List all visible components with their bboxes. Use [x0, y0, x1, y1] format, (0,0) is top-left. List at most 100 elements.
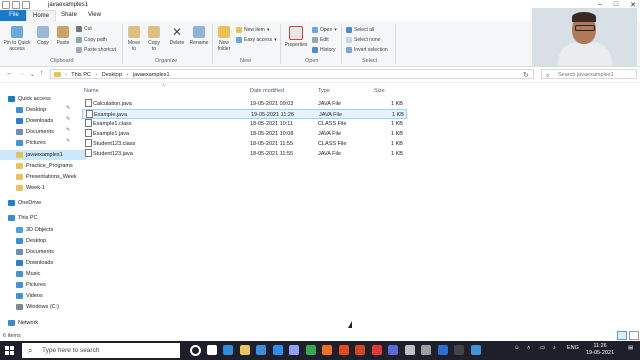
column-header-type[interactable]: Type [318, 87, 330, 96]
sidebar-item-quick-access[interactable]: Quick access [0, 94, 78, 104]
chevron-right-icon: › [95, 72, 98, 78]
sidebar-item-videos[interactable]: Videos [0, 291, 86, 301]
file-row[interactable]: Student123.class 18-05-2021 11:55 CLASS Fi… [82, 139, 407, 149]
navigation-pane: Quick access Desktop ✎ Downloads ✎ Documents ✎… [0, 92, 86, 332]
edit-button[interactable]: Edit [312, 37, 329, 43]
details-view-icon[interactable] [617, 331, 627, 340]
column-header-date-modified[interactable]: Date modified [250, 87, 284, 96]
notifications-icon[interactable]: ▤ [628, 345, 633, 351]
dropbox-icon[interactable] [272, 345, 283, 355]
copy-to-button[interactable]: Copy to [146, 26, 162, 52]
sidebar-item-javaexamples1[interactable]: javaexamples1 [0, 150, 86, 160]
media-icon[interactable] [388, 345, 398, 355]
sidebar-item-week-1[interactable]: Week-1 [0, 183, 86, 193]
acrobat-icon[interactable] [371, 345, 382, 355]
sidebar-item-pictures[interactable]: Pictures [0, 280, 86, 290]
history-button[interactable]: History [312, 47, 336, 53]
help-icon[interactable] [470, 345, 481, 355]
easy-access-button[interactable]: Easy access ▾ [236, 37, 277, 43]
new-item-button[interactable]: New item ▾ [236, 27, 269, 33]
copy-button[interactable]: Copy [36, 26, 50, 46]
app-icon[interactable] [289, 345, 299, 355]
taskbar-search-input[interactable]: ⌕ Type here to search [22, 343, 180, 358]
rename-button[interactable]: Rename [189, 26, 209, 46]
quick-save-icon[interactable] [2, 1, 10, 9]
firefox-icon[interactable] [322, 345, 332, 355]
settings-icon[interactable] [404, 345, 415, 355]
sidebar-item-desktop[interactable]: Desktop [0, 236, 86, 246]
new-folder-button[interactable]: New folder [215, 26, 233, 52]
sidebar-item-music[interactable]: Music [0, 269, 86, 279]
up-arrow-icon[interactable]: ↑ [40, 70, 44, 77]
chevron-down-icon: ▾ [334, 27, 337, 33]
powerpoint-icon[interactable] [355, 345, 365, 355]
back-arrow-icon[interactable]: ← [6, 70, 13, 77]
refresh-icon[interactable]: ↻ [523, 71, 529, 79]
file-row[interactable]: Example1.class 18-05-2021 10:11 CLASS File… [82, 119, 407, 129]
breadcrumb-desktop[interactable]: Desktop [102, 72, 122, 78]
delete-button[interactable]: ✕ Delete [168, 26, 186, 46]
file-row[interactable]: Calculation.java 19-05-2021 09:03 JAVA Fil… [82, 99, 407, 109]
tab-view[interactable]: View [82, 10, 107, 21]
pin-quick-access-button[interactable]: Pin to Quick access [2, 26, 32, 52]
store-icon[interactable] [256, 345, 266, 355]
file-explorer-icon[interactable] [239, 345, 250, 355]
recent-chevron-icon[interactable]: ⌄ [30, 71, 35, 78]
open-button[interactable]: Open ▾ [312, 27, 337, 33]
sidebar-item-practice-programs[interactable]: Practice_Programs [0, 161, 86, 171]
edge-icon[interactable] [223, 345, 233, 355]
large-icons-view-icon[interactable] [629, 331, 639, 340]
file-row[interactable]: Student123.java 18-05-2021 11:55 JAVA File… [82, 149, 407, 159]
sidebar-item-presentations-week[interactable]: Presentations_Week [0, 172, 86, 182]
select-none-button[interactable]: Select none [346, 37, 380, 43]
office-icon[interactable] [338, 345, 349, 355]
cortana-icon[interactable] [190, 345, 201, 356]
copy-path-button[interactable]: Copy path [76, 37, 107, 43]
sidebar-item-label: Windows (C:) [26, 304, 60, 310]
sidebar-item-onedrive[interactable]: OneDrive [0, 198, 78, 208]
tab-file[interactable]: File [0, 10, 28, 21]
move-to-button[interactable]: Move to [126, 26, 142, 52]
paste-shortcut-button[interactable]: Paste shortcut [76, 47, 116, 53]
properties-button[interactable]: Properties [283, 26, 309, 48]
language-indicator[interactable]: ENG [567, 345, 579, 351]
sidebar-item-desktop[interactable]: Desktop [0, 105, 86, 115]
sidebar-item-downloads[interactable]: Downloads [0, 258, 86, 268]
outlook-icon[interactable] [437, 345, 448, 355]
breadcrumb-this-pc[interactable]: This PC [71, 72, 91, 78]
forward-arrow-icon[interactable]: → [18, 70, 25, 77]
sidebar-item-downloads[interactable]: Downloads [0, 116, 86, 126]
sidebar-item-network[interactable]: Network [0, 318, 78, 328]
sidebar-item-windows-c[interactable]: Windows (C:) [0, 302, 86, 312]
paste-button[interactable]: Paste [55, 26, 71, 46]
invert-selection-button[interactable]: Invert selection [346, 47, 388, 53]
new-item-icon [236, 27, 242, 33]
search-input[interactable]: ⌕ Search javaexamples1 [541, 69, 637, 79]
network-tray-icon[interactable]: ▭ [540, 345, 545, 351]
terminal-icon[interactable] [454, 345, 464, 355]
quick-new-folder-icon[interactable] [22, 1, 30, 9]
breadcrumb-javaexamples1[interactable]: javaexamples1 [133, 72, 170, 78]
sidebar-item-3d-objects[interactable]: 3D Objects [0, 225, 86, 235]
system-clock[interactable]: 11:26 19-05-2021 [586, 343, 614, 357]
cut-button[interactable]: Cut [76, 26, 92, 32]
file-row[interactable]: Example1.java 18-05-2021 10:08 JAVA File 1 … [82, 129, 407, 139]
column-header-size[interactable]: Size [374, 87, 385, 96]
sidebar-item-documents[interactable]: Documents [0, 127, 86, 137]
people-icon[interactable]: ☺ [514, 345, 520, 351]
select-all-button[interactable]: Select all [346, 27, 374, 33]
file-row[interactable]: Example.java 19-05-2021 11:26 JAVA File 1 K… [82, 109, 407, 119]
show-hidden-icons-icon[interactable]: ˄ [527, 345, 530, 351]
windows-start-icon[interactable] [5, 346, 14, 355]
task-view-icon[interactable] [206, 345, 217, 355]
quick-properties-icon[interactable] [12, 1, 20, 9]
calculator-icon[interactable] [421, 345, 431, 355]
volume-icon[interactable]: ♪ [553, 345, 556, 351]
sidebar-item-pictures[interactable]: Pictures [0, 138, 86, 148]
column-header-name[interactable]: Name [84, 87, 99, 96]
chrome-icon[interactable] [305, 345, 316, 355]
sidebar-item-this-pc[interactable]: This PC [0, 213, 78, 223]
breadcrumb[interactable]: › This PC › Desktop › javaexamples1 [50, 69, 534, 79]
tab-share[interactable]: Share [55, 10, 83, 21]
sidebar-item-documents[interactable]: Documents [0, 247, 86, 257]
